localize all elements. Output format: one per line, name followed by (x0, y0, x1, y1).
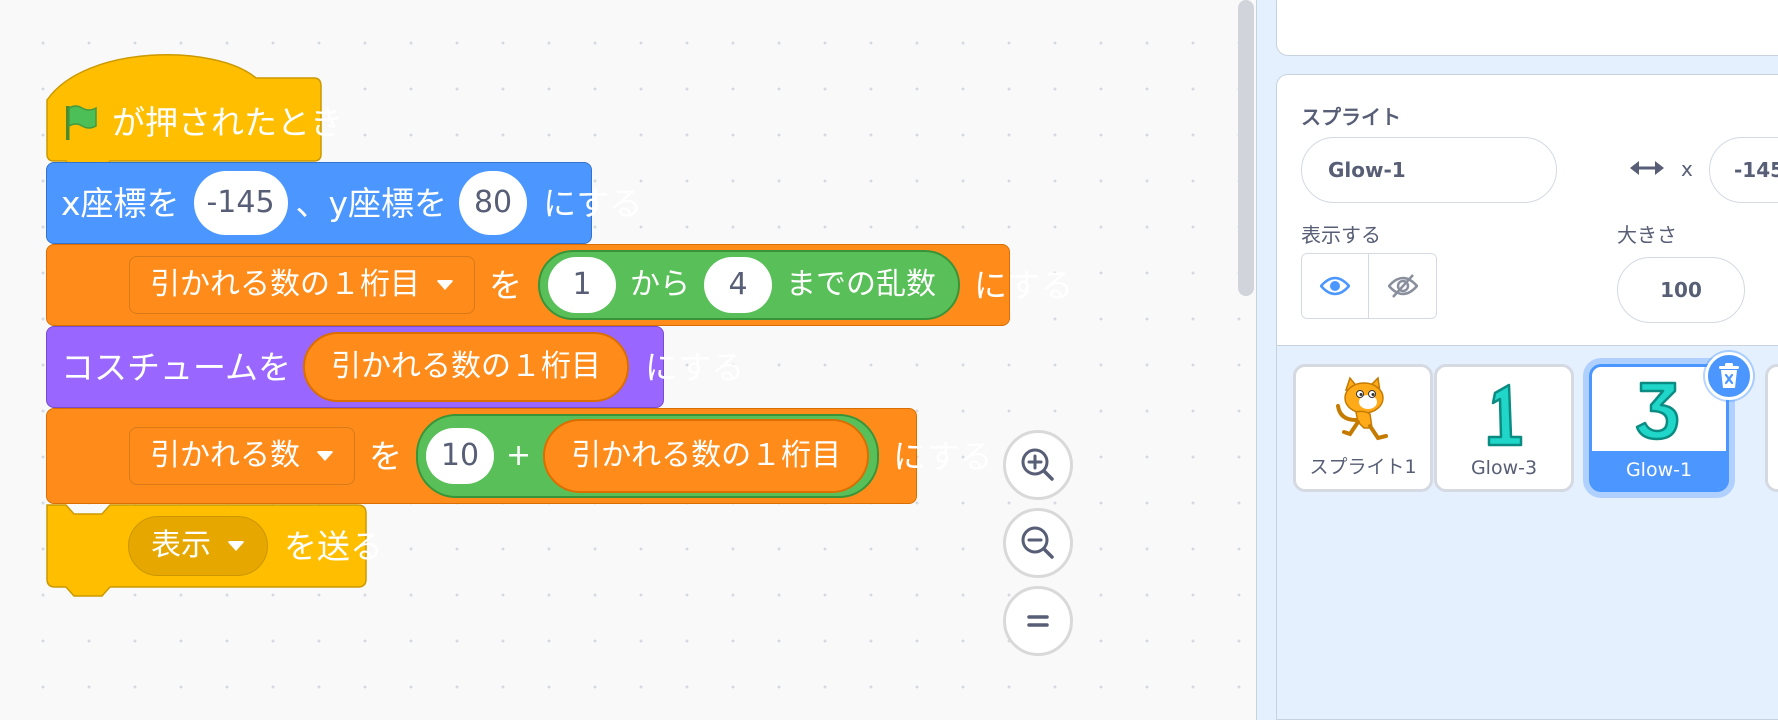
eye-slash-icon (1387, 274, 1418, 298)
random-from-input[interactable]: 1 (548, 257, 616, 313)
cat-icon (1336, 376, 1388, 441)
x-label: x (1681, 157, 1693, 181)
zoom-in-icon (1021, 448, 1054, 481)
glow-digit-1-icon (1487, 383, 1523, 447)
zoom-reset-icon (1027, 615, 1049, 627)
zoom-in-button[interactable] (1003, 430, 1073, 500)
sprite-name: Glow-3 (1470, 457, 1538, 479)
broadcast-end-label: を送る (284, 526, 383, 566)
sprite-name-input[interactable]: Glow-1 (1301, 137, 1557, 203)
random-from-label: から (630, 267, 690, 302)
costume-end-label: にする (645, 347, 745, 387)
add-reporter[interactable]: 10 + 引かれる数の１桁目 (416, 414, 880, 498)
sprite-title: スプライト (1301, 105, 1401, 129)
x-position-value: -145 (1734, 158, 1778, 182)
x-arrows-icon (1630, 161, 1664, 175)
show-toggle-group (1301, 253, 1437, 319)
sprite-info-panel: スプライト Glow-1 x -145 表示する 大きさ 100 (1276, 74, 1778, 346)
switch-costume-block[interactable]: コスチュームを 引かれる数の１桁目 にする (46, 326, 744, 408)
broadcast-block[interactable]: 表示 を送る (46, 504, 383, 602)
variable-dropdown-number[interactable]: 引かれる数 (129, 427, 355, 485)
costume-label: コスチュームを (61, 347, 292, 387)
eye-icon (1320, 276, 1350, 296)
sprite-selector: スプライト1 Glow-3 Glow-1 (1276, 346, 1778, 720)
delete-sprite-button[interactable] (1705, 352, 1753, 400)
random-reporter[interactable]: 1 から 4 までの乱数 (538, 250, 960, 320)
caret-down-icon (316, 451, 334, 461)
glow-digit-3-icon (1635, 381, 1679, 441)
x-input[interactable]: -145 (193, 171, 288, 235)
zoom-out-button[interactable] (1003, 508, 1073, 578)
size-value: 100 (1660, 278, 1702, 302)
random-to-input[interactable]: 4 (704, 257, 772, 313)
variable-dropdown-digit[interactable]: 引かれる数の１桁目 (129, 256, 475, 314)
stage-area[interactable] (1276, 0, 1778, 56)
sprite-tile[interactable]: スプライト1 (1293, 364, 1433, 492)
show-button[interactable] (1302, 254, 1369, 318)
sprite-tile[interactable]: Glow-3 (1434, 364, 1574, 492)
broadcast-message: 表示 (151, 528, 211, 563)
script-area[interactable]: が押されたとき x座標を -145 、y座標を 80 にする 引かれる数の１桁目… (0, 0, 1256, 720)
set-variable-random-block[interactable]: 引かれる数の１桁目 を 1 から 4 までの乱数 にする (46, 244, 1073, 326)
add-left-input[interactable]: 10 (426, 428, 494, 484)
sprite-name: スプライト1 (1309, 456, 1417, 478)
random-label: までの乱数 (786, 267, 936, 302)
goto-x-label: x座標を (61, 183, 180, 223)
broadcast-message-dropdown[interactable]: 表示 (128, 516, 268, 576)
caret-down-icon (227, 541, 245, 551)
variable-name: 引かれる数 (150, 438, 300, 473)
show-label: 表示する (1301, 223, 1381, 247)
green-flag-icon (66, 105, 97, 140)
hat-label: が押されたとき (112, 102, 343, 142)
add-right-variable-reporter[interactable]: 引かれる数の１桁目 (543, 419, 870, 493)
set-wo-label: を (489, 265, 522, 305)
x-position-input[interactable]: -145 (1709, 137, 1778, 203)
sprite-name-value: Glow-1 (1328, 158, 1406, 182)
add-operator: + (506, 438, 532, 473)
variable-name: 引かれる数の１桁目 (150, 267, 420, 302)
hide-button[interactable] (1369, 254, 1436, 318)
zoom-out-icon (1021, 526, 1054, 559)
set-var1-end-label: にする (974, 265, 1074, 305)
sprite-tile-partial[interactable] (1765, 364, 1778, 492)
goto-y-label: 、y座標を (295, 183, 448, 223)
sprite-name: Glow-1 (1625, 459, 1693, 481)
size-input[interactable]: 100 (1617, 257, 1745, 323)
size-label: 大きさ (1617, 223, 1677, 247)
trash-icon (1719, 363, 1739, 388)
set-var2-end-label: にする (893, 436, 993, 476)
when-flag-clicked-block[interactable]: が押されたとき (46, 50, 343, 162)
sprite-name-bar: Glow-1 (1592, 451, 1726, 489)
costume-variable-reporter[interactable]: 引かれる数の１桁目 (303, 332, 630, 402)
goto-end-label: にする (543, 183, 643, 223)
set-wo-label: を (369, 436, 402, 476)
vertical-scrollbar[interactable] (1238, 0, 1254, 296)
zoom-reset-button[interactable] (1003, 586, 1073, 656)
go-to-xy-block[interactable]: x座標を -145 、y座標を 80 にする (46, 162, 642, 244)
caret-down-icon (436, 280, 454, 290)
set-variable-add-block[interactable]: 引かれる数 を 10 + 引かれる数の１桁目 にする (46, 408, 992, 504)
y-input[interactable]: 80 (459, 171, 528, 235)
